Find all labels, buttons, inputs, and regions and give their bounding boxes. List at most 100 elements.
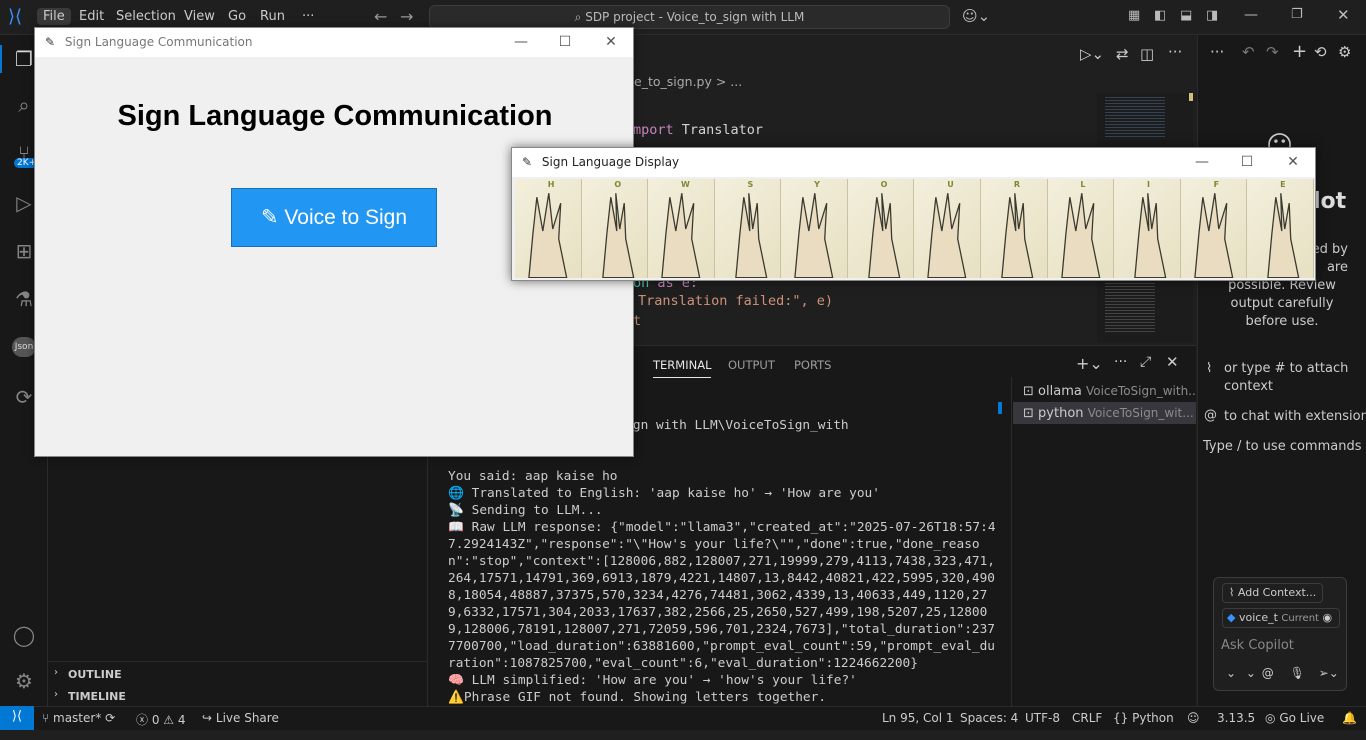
command-center-label: SDP project - Voice_to_sign with LLM [585, 10, 805, 24]
settings-gear-icon[interactable]: ⚙ [1338, 43, 1351, 61]
history-icon[interactable]: ⟲ [1314, 43, 1327, 61]
new-terminal-icon[interactable]: +⌄ [1076, 354, 1103, 373]
mention-icon[interactable]: @ [1262, 666, 1274, 680]
sign-letter-label: S [747, 180, 754, 189]
toggle-sidebar-icon[interactable]: ◧ [1154, 8, 1166, 23]
live-share-icon: ↪ [202, 711, 213, 725]
new-chat-icon[interactable]: + [1292, 41, 1307, 62]
menu-edit[interactable]: Edit [73, 8, 110, 25]
split-editor-icon[interactable]: ◫ [1140, 45, 1154, 63]
undo-icon[interactable]: ↶ [1242, 43, 1255, 61]
model-dropdown-icon[interactable]: ⌄ [1246, 666, 1256, 680]
more-actions-icon[interactable]: ··· [1114, 354, 1127, 370]
forward-arrow-icon[interactable]: → [400, 7, 413, 26]
copilot-status-icon[interactable]: ☺ [1187, 711, 1200, 725]
json-extension-icon[interactable]: Json [12, 337, 36, 357]
minimize-icon[interactable]: — [509, 28, 533, 57]
python-version[interactable]: 3.13.5 [1217, 711, 1255, 725]
cursor-position[interactable]: Ln 95, Col 1 [882, 711, 954, 725]
end-of-line[interactable]: CRLF [1072, 711, 1102, 725]
more-actions-icon[interactable]: ··· [1168, 43, 1182, 61]
more-actions-icon[interactable]: ··· [1210, 43, 1224, 61]
toggle-panel-icon[interactable]: ⬓ [1180, 8, 1192, 23]
compare-icon[interactable]: ⇄ [1116, 45, 1129, 63]
sign-letter-image: O [581, 179, 649, 278]
terminal-line: ⚠️Phrase GIF not found. Showing letters … [448, 690, 827, 705]
timeline-section[interactable]: TIMELINE [68, 690, 126, 703]
problems-status[interactable]: ⓧ 0 ⚠ 4 [136, 711, 186, 728]
command-center[interactable]: ⌕ SDP project - Voice_to_sign with LLM [429, 5, 950, 29]
menu-file[interactable]: File [37, 8, 71, 25]
code-line: Translation failed:", e) [638, 293, 833, 309]
restore-icon[interactable]: ❐ [1291, 7, 1303, 22]
indentation[interactable]: Spaces: 4 [960, 711, 1018, 725]
layout-icon[interactable]: ▦ [1128, 8, 1140, 23]
python-file-icon: ◆ [1227, 611, 1236, 624]
maximize-icon[interactable]: ☐ [553, 28, 577, 57]
scroll-marker [1189, 93, 1193, 101]
back-arrow-icon[interactable]: ← [374, 7, 387, 26]
send-icon[interactable]: ➢⌄ [1319, 666, 1339, 680]
menu-selection[interactable]: Selection [110, 8, 182, 25]
menu-go[interactable]: Go [222, 8, 252, 25]
go-live-status[interactable]: ◎ Go Live [1265, 711, 1324, 725]
menu-view[interactable]: View [178, 8, 221, 25]
outline-section[interactable]: OUTLINE [68, 668, 122, 681]
tab-terminal[interactable]: TERMINAL [653, 358, 712, 378]
close-icon[interactable]: ✕ [599, 28, 623, 57]
sign-language-display-window: ✎ Sign Language Display — ☐ ✕ H O W S Y O U R L I… [511, 147, 1316, 281]
account-icon[interactable]: ◯ [10, 621, 38, 649]
terminal-list [1011, 377, 1196, 706]
voice-to-sign-button[interactable]: ✎ Voice to Sign [231, 188, 437, 247]
eye-icon[interactable]: ◉ [1322, 611, 1332, 624]
file-context-chip[interactable]: ◆ voice_t Current ◉ [1222, 608, 1340, 628]
mode-dropdown-icon[interactable]: ⌄ [1226, 666, 1236, 680]
encoding[interactable]: UTF-8 [1025, 711, 1060, 725]
terminal-icon: ⊡ [1023, 384, 1034, 399]
settings-gear-icon[interactable]: ⚙ [10, 667, 38, 695]
go-live-label: Go Live [1279, 711, 1325, 725]
menu-run[interactable]: Run [254, 8, 291, 25]
close-icon[interactable]: ✕ [1337, 6, 1350, 24]
live-share-label: Live Share [215, 711, 279, 725]
chat-title: lot [1313, 189, 1347, 214]
branch-status[interactable]: ⑂ master* ⟳ [42, 711, 115, 725]
breadcrumb[interactable]: e_to_sign.py > ... [634, 74, 742, 89]
minimize-icon[interactable]: — [1190, 148, 1214, 177]
tab-ports[interactable]: PORTS [794, 358, 831, 372]
code-token: t [633, 313, 642, 329]
notifications-icon[interactable]: 🔔 [1342, 711, 1357, 725]
warnings-count: 4 [177, 713, 186, 727]
copilot-icon[interactable]: ☺⌄ [962, 7, 990, 25]
terminal-line: 🌐 Translated to English: 'aap kaise ho' … [448, 486, 880, 501]
microphone-icon[interactable]: 🎙 [1290, 666, 1305, 680]
close-icon[interactable]: ✕ [1281, 148, 1305, 177]
sync-icon: ⟳ [105, 711, 116, 725]
tab-output[interactable]: OUTPUT [728, 358, 775, 372]
maximize-panel-icon[interactable]: ⤢ [1140, 354, 1151, 370]
terminal-line: You said: aap kaise ho [448, 469, 618, 484]
close-panel-icon[interactable]: ✕ [1166, 353, 1179, 371]
remote-indicator[interactable]: ⟩⟨ [0, 706, 34, 730]
chevron-right-icon: › [54, 689, 58, 700]
chat-input[interactable]: Ask Copilot [1221, 638, 1294, 653]
toggle-secondary-sidebar-icon[interactable]: ◨ [1206, 8, 1218, 23]
terminal-item-python[interactable]: ⊡ python VoiceToSign_wit... [1013, 402, 1196, 424]
terminal-lines: DP project - Voice_to_sign with LLM\Voic… [448, 417, 998, 723]
menu-more[interactable]: ··· [296, 8, 320, 25]
add-context-button[interactable]: ⌇ Add Context... [1222, 583, 1324, 603]
minimize-icon[interactable]: — [1244, 7, 1258, 23]
terminal-sub: VoiceToSign_with... [1085, 384, 1196, 398]
window-title: Sign Language Communication [64, 35, 253, 49]
terminal-item-ollama[interactable]: ⊡ ollama VoiceToSign_with... [1013, 380, 1196, 402]
chat-input-box: ⌇ Add Context... ◆ voice_t Current ◉ Ask… [1213, 577, 1347, 691]
terminal-line: 📡 Sending to LLM... [448, 503, 603, 518]
add-context-label: Add Context... [1237, 586, 1317, 599]
redo-icon[interactable]: ↷ [1266, 43, 1279, 61]
run-icon[interactable]: ▷⌄ [1080, 45, 1104, 63]
live-share-status[interactable]: ↪ Live Share [202, 711, 279, 725]
chevron-right-icon: › [54, 667, 58, 678]
maximize-icon[interactable]: ☐ [1235, 148, 1259, 177]
language-mode[interactable]: {} Python [1113, 711, 1174, 725]
minimap-block [1105, 283, 1155, 333]
